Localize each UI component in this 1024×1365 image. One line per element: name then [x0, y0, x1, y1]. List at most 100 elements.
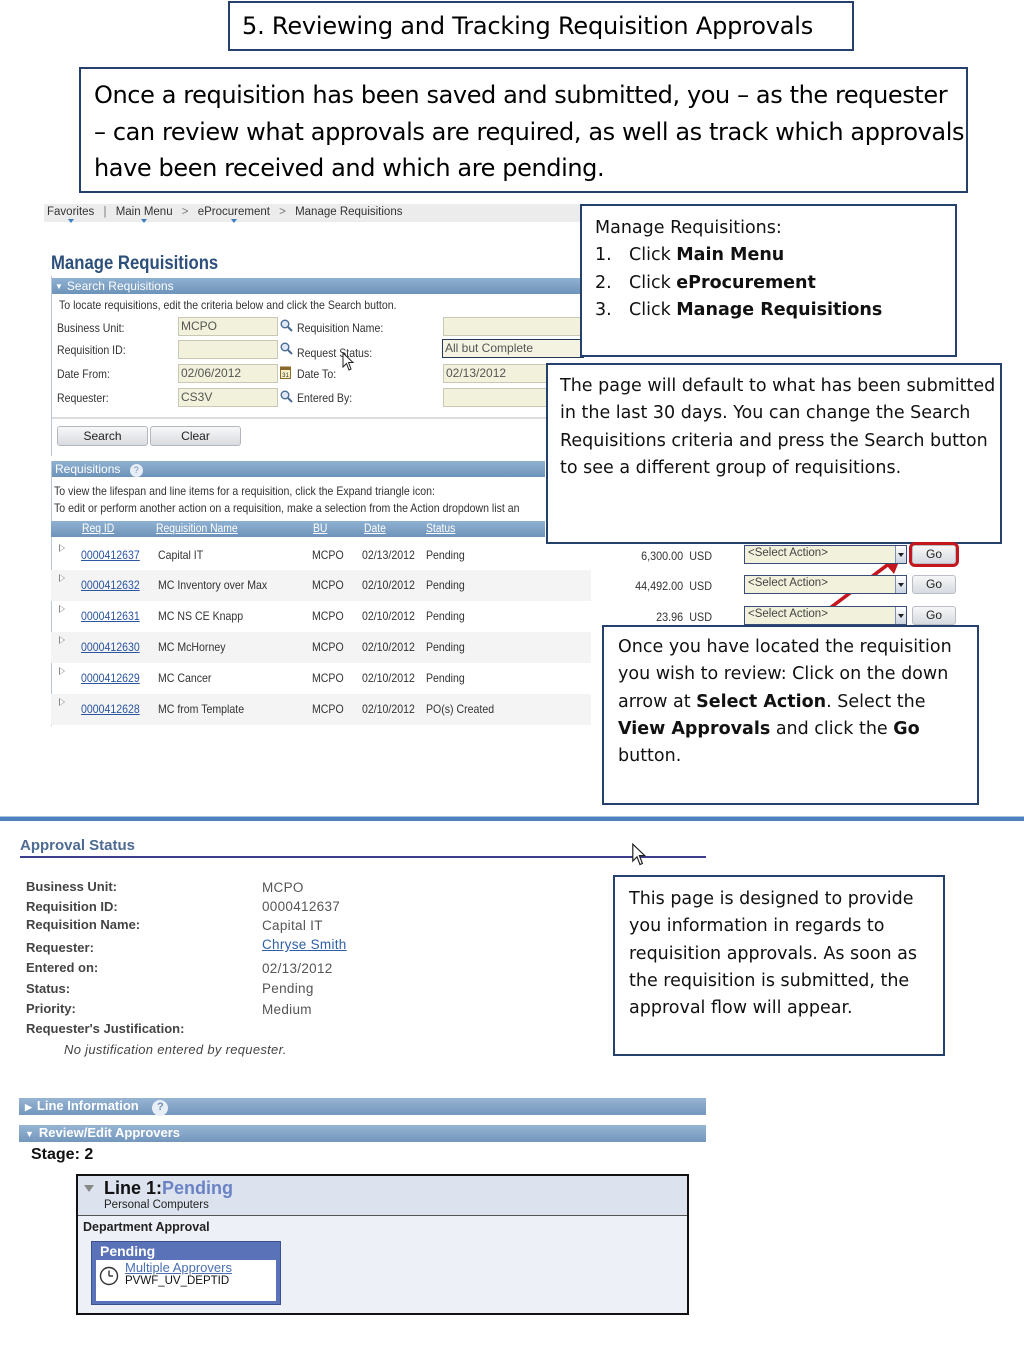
help-icon[interactable]: ?	[152, 1100, 169, 1116]
column-header-date[interactable]: Date	[364, 523, 386, 535]
breadcrumb-favorites[interactable]: Favorites	[47, 206, 94, 218]
amount: 23.96 USD	[622, 610, 712, 624]
breadcrumb: Favorites | Main Menu > eProcurement > M…	[44, 204, 584, 222]
collapse-triangle-icon[interactable]	[84, 1185, 94, 1192]
business-unit: MCPO	[312, 640, 344, 654]
callout-bold: Go	[893, 718, 920, 739]
req-id-link[interactable]: 0000412631	[81, 609, 140, 623]
breadcrumb-main-menu[interactable]: Main Menu	[116, 206, 173, 218]
collapse-triangle-icon: ▼	[25, 1129, 34, 1139]
page-title: Manage Requisitions	[51, 253, 219, 274]
callout-step: 2. Click eProcurement	[595, 270, 955, 297]
field-label: Business Unit:	[26, 879, 118, 894]
step-text: Click	[629, 299, 677, 320]
field-label: Status:	[26, 981, 71, 996]
requisition-name: MC Cancer	[158, 671, 212, 685]
breadcrumb-eprocurement[interactable]: eProcurement	[198, 206, 270, 218]
amount-value: 6,300.00	[641, 549, 684, 563]
section-title: Requisitions	[55, 462, 121, 476]
help-icon[interactable]: ?	[129, 464, 143, 477]
lookup-icon[interactable]	[280, 319, 293, 332]
callout-step: 1. Click Main Menu	[595, 242, 955, 269]
go-button[interactable]: Go	[909, 542, 959, 567]
field-value: MCPO	[262, 880, 304, 895]
dropdown-arrow-icon[interactable]	[895, 546, 906, 563]
expand-triangle-icon[interactable]	[59, 636, 65, 644]
req-id-link[interactable]: 0000412637	[81, 548, 140, 562]
column-header-bu[interactable]: BU	[313, 523, 327, 535]
select-action-dropdown[interactable]: <Select Action>	[744, 545, 907, 564]
step-number: 2.	[595, 272, 612, 293]
callout-bold: View Approvals	[618, 718, 771, 739]
requisition-id-input[interactable]	[178, 340, 278, 359]
req-id-link[interactable]: 0000412628	[81, 702, 140, 716]
clear-button[interactable]: Clear	[150, 426, 241, 446]
requisition-name: MC from Template	[158, 702, 245, 716]
request-status-select[interactable]: All but Complete	[442, 339, 584, 358]
table-row: 0000412637 Capital IT MCPO 02/13/2012 Pendin…	[51, 540, 591, 571]
section-divider	[0, 816, 1024, 821]
slide-title: 5. Reviewing and Tracking Requisition Ap…	[228, 1, 854, 51]
breadcrumb-manage-requisitions[interactable]: Manage Requisitions	[295, 206, 402, 218]
section-title: Review/Edit Approvers	[38, 1125, 181, 1140]
business-unit: MCPO	[312, 578, 344, 592]
column-header-requisition-name[interactable]: Requisition Name	[156, 523, 238, 535]
select-action-dropdown[interactable]: <Select Action>	[744, 606, 907, 625]
expand-triangle-icon[interactable]	[59, 605, 65, 613]
search-button[interactable]: Search	[57, 426, 148, 446]
justification-note: No justification entered by requester.	[64, 1042, 287, 1057]
req-id-link[interactable]: 0000412630	[81, 640, 140, 654]
date: 02/10/2012	[362, 702, 415, 716]
select-action-value: <Select Action>	[748, 547, 828, 559]
expand-triangle-icon[interactable]	[59, 667, 65, 675]
step-target: eProcurement	[676, 272, 816, 293]
line-description: Personal Computers	[104, 1199, 209, 1211]
grid-header	[51, 521, 545, 537]
business-unit-input[interactable]: MCPO	[178, 317, 278, 336]
dropdown-arrow-icon[interactable]	[895, 576, 906, 593]
req-id-link[interactable]: 0000412629	[81, 671, 140, 685]
requisitions-header: Requisitions ?	[51, 461, 545, 477]
title-underline	[20, 856, 706, 858]
field-value: Capital IT	[262, 918, 323, 933]
calendar-icon[interactable]: 31	[280, 366, 291, 379]
requisition-name-label: Requisition Name:	[297, 321, 384, 335]
step-target: Main Menu	[676, 245, 785, 266]
req-id-link[interactable]: 0000412632	[81, 578, 140, 592]
field-value: 02/13/2012	[262, 961, 333, 976]
field-label: Requisition ID:	[26, 899, 118, 914]
date-from-input[interactable]: 02/06/2012	[178, 364, 278, 383]
date: 02/10/2012	[362, 578, 415, 592]
go-button[interactable]: Go	[912, 606, 956, 625]
requisition-name-input[interactable]	[443, 317, 583, 336]
divider	[52, 417, 585, 419]
callout-text: . Select the	[826, 691, 926, 712]
expand-triangle-icon[interactable]	[59, 574, 65, 582]
status: Pending	[426, 548, 465, 562]
approval-line-box: Line 1:Pending Personal Computers Depart…	[76, 1174, 689, 1315]
multiple-approvers-link[interactable]: Multiple Approvers	[125, 1260, 232, 1275]
mouse-cursor-icon	[342, 352, 355, 371]
requisition-name: MC NS CE Knapp	[158, 609, 244, 623]
approver-id: PVWF_UV_DEPTID	[125, 1275, 230, 1287]
column-header-req-id[interactable]: Req ID	[82, 523, 114, 535]
requester-input[interactable]: CS3V	[178, 388, 278, 407]
stage-label: Stage: 2	[31, 1146, 94, 1163]
requisition-name: MC McHorney	[158, 640, 226, 654]
expand-triangle-icon[interactable]	[59, 698, 65, 706]
status: Pending	[426, 578, 465, 592]
requester-link[interactable]: Chryse Smith	[262, 937, 347, 952]
lookup-icon[interactable]	[280, 390, 293, 403]
column-header-status[interactable]: Status	[426, 523, 455, 535]
amount-value: 23.96	[656, 610, 684, 624]
select-action-dropdown[interactable]: <Select Action>	[744, 575, 907, 594]
expand-triangle-icon[interactable]	[59, 544, 65, 552]
review-edit-approvers-header[interactable]: ▼ Review/Edit Approvers	[19, 1125, 706, 1142]
currency: USD	[689, 579, 712, 593]
go-button[interactable]: Go	[912, 575, 956, 594]
status: Pending	[426, 640, 465, 654]
approval-page-callout: This page is designed to provide you inf…	[613, 875, 945, 1056]
lookup-icon[interactable]	[280, 342, 293, 355]
dropdown-arrow-icon[interactable]	[895, 607, 906, 624]
line-information-header[interactable]: ▶ Line Information ?	[19, 1098, 706, 1116]
